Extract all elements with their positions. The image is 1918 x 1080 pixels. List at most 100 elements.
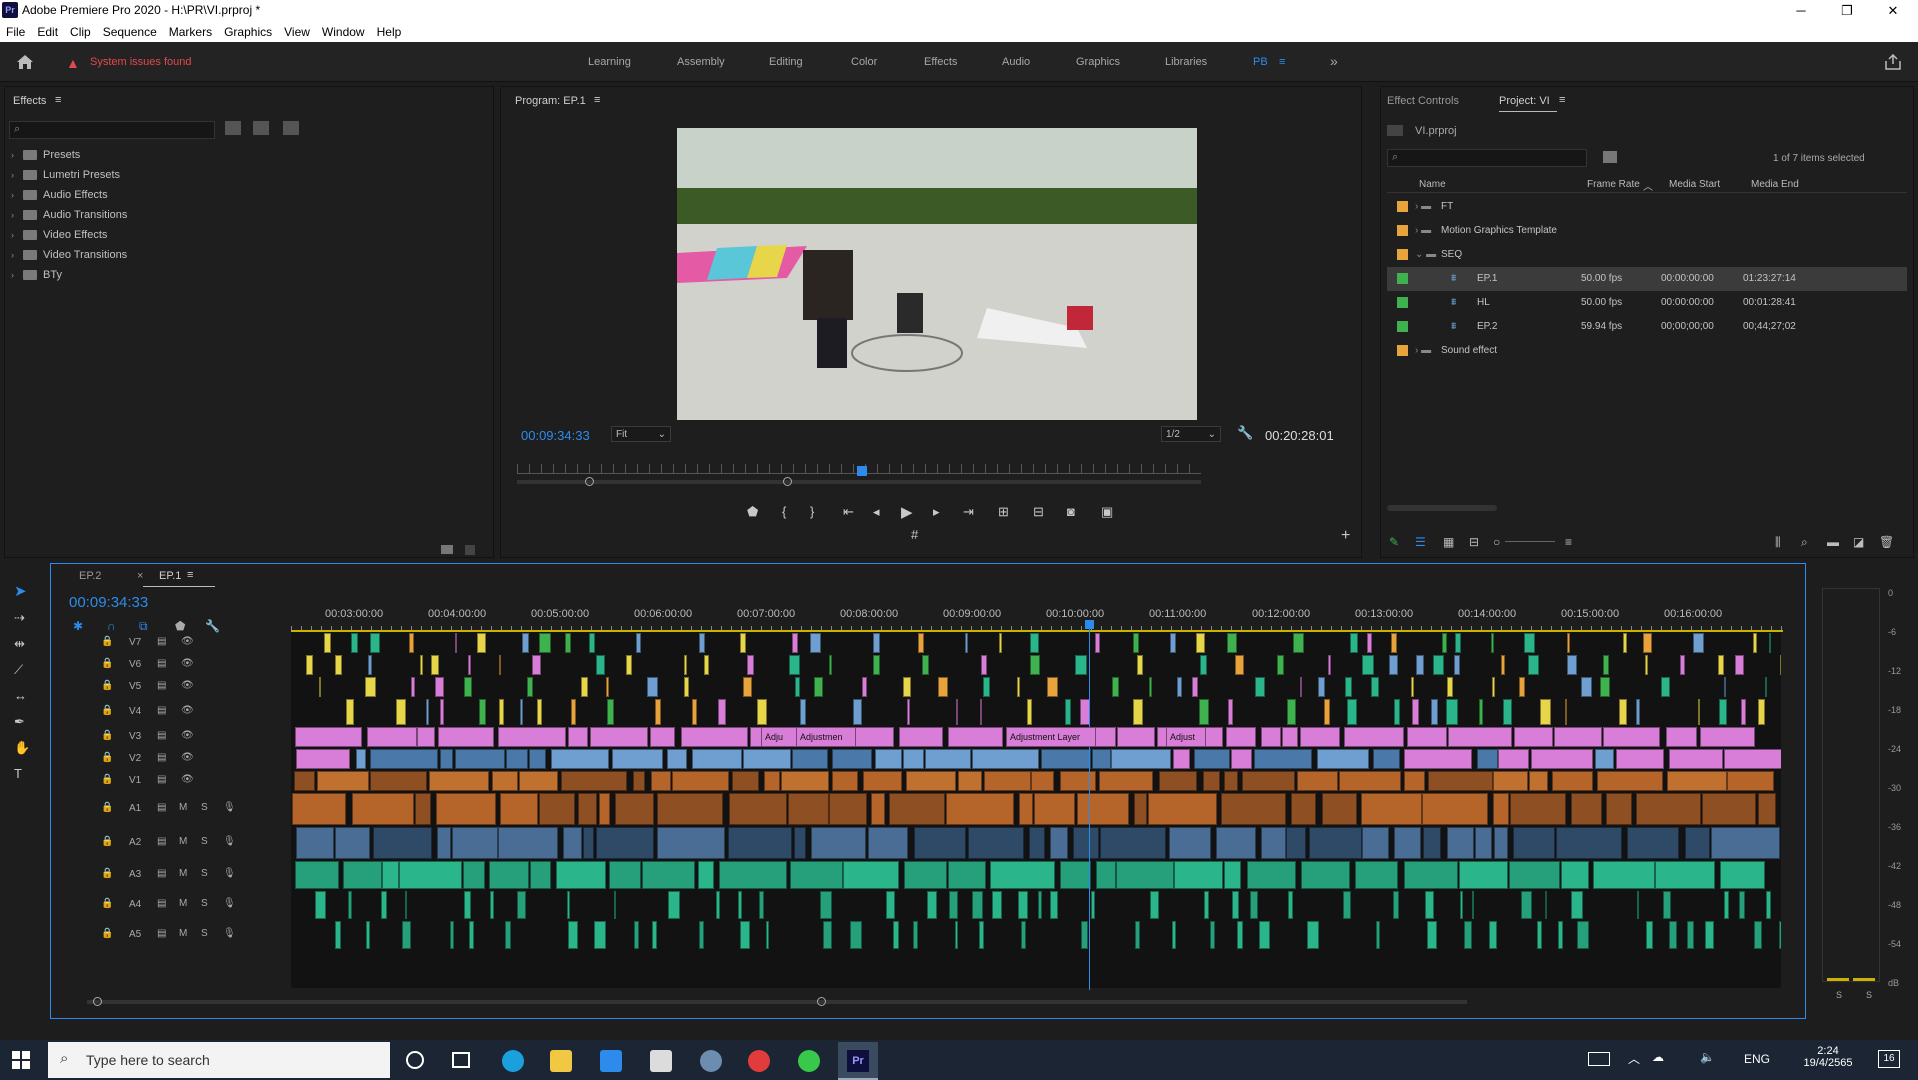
audio-clip[interactable] [1494,827,1508,859]
adjustment-layer-clip[interactable]: Adjustmen [796,727,856,747]
video-clip[interactable] [650,727,676,747]
wrench-icon[interactable]: 🔧 [1237,425,1253,441]
voice-over-icon[interactable]: 🎙 [223,868,236,879]
solo-button[interactable]: S [201,928,208,939]
video-clip[interactable] [1346,699,1357,725]
audio-clip[interactable] [1116,861,1175,889]
lock-track-icon[interactable]: 🔒 [101,802,113,813]
video-clip[interactable] [1328,655,1331,675]
share-icon[interactable] [1884,54,1902,70]
audio-clip[interactable] [1403,861,1458,889]
track-lane-v6[interactable] [291,654,1781,676]
video-clip[interactable] [581,677,588,697]
cortana-icon[interactable] [406,1051,424,1069]
video-clip[interactable] [527,677,534,697]
tree-item-lumetri-presets[interactable]: › Lumetri Presets [11,165,491,185]
selection-tool-icon[interactable]: ➤ [14,582,27,600]
audio-clip[interactable] [1422,793,1489,825]
voice-over-icon[interactable]: 🎙 [223,928,236,939]
audio-clip[interactable] [1037,891,1042,919]
audio-clip[interactable] [489,891,495,919]
video-clip[interactable] [1428,771,1493,791]
audio-clip[interactable] [436,793,496,825]
video-clip[interactable] [1727,771,1774,791]
video-clip[interactable] [1741,699,1746,725]
audio-clip[interactable] [1221,793,1286,825]
video-clip[interactable] [626,655,633,675]
video-clip[interactable] [684,655,687,675]
video-clip[interactable] [1349,633,1359,653]
video-clip[interactable] [367,655,373,675]
video-clip[interactable] [1226,633,1237,653]
track-lane-v4[interactable] [291,698,1781,726]
audio-clip[interactable] [1258,921,1270,949]
video-clip[interactable] [431,655,440,675]
video-clip[interactable] [1136,655,1144,675]
video-clip[interactable] [1477,749,1499,769]
audio-clip[interactable] [452,827,498,859]
audio-clip[interactable] [399,861,463,889]
lock-track-icon[interactable]: 🔒 [101,836,113,847]
automate-to-sequence-icon[interactable]: ⫼ [1775,535,1781,550]
track-lane-v7[interactable] [291,632,1781,654]
new-bin-icon[interactable]: ▬ [1827,535,1839,549]
video-clip[interactable] [794,677,800,697]
audio-clip[interactable] [867,827,909,859]
audio-clip[interactable] [1464,921,1472,949]
audio-clip[interactable] [759,891,765,919]
audio-clip[interactable] [727,827,792,859]
playhead-line[interactable] [1089,624,1090,990]
audio-clip[interactable] [926,891,937,919]
video-clip[interactable] [606,699,614,725]
video-clip[interactable] [492,771,518,791]
video-clip[interactable] [632,771,645,791]
menu-help[interactable]: Help [377,25,402,39]
audio-clip[interactable] [1422,827,1442,859]
video-clip[interactable] [873,655,881,675]
video-clip[interactable] [318,677,321,697]
video-clip[interactable] [1553,727,1602,747]
video-clip[interactable] [1403,771,1426,791]
export-frame-icon[interactable]: ◙ [1067,504,1075,519]
video-clip[interactable] [1403,749,1472,769]
track-lane-v5[interactable] [291,676,1781,698]
audio-clip[interactable] [1290,793,1316,825]
video-clip[interactable] [1041,749,1091,769]
razor-tool-icon[interactable]: ⟋ [14,662,23,678]
video-clip[interactable] [612,749,664,769]
notification-icon[interactable]: 16 [1878,1050,1900,1068]
audio-clip[interactable] [1704,921,1715,949]
audio-clip[interactable] [296,827,335,859]
video-clip[interactable] [1432,655,1445,675]
video-clip[interactable] [1292,633,1305,653]
solo-button[interactable]: S [201,802,208,813]
language-indicator[interactable]: ENG [1744,1052,1770,1066]
video-clip[interactable] [698,633,706,653]
audio-clip[interactable] [1447,827,1475,859]
tree-item-bty[interactable]: › BTy [11,265,491,285]
project-search-input[interactable]: ⌕ [1387,149,1587,167]
taskbar-search[interactable]: ⌕ Type here to search [48,1042,390,1078]
video-clip[interactable] [1758,699,1766,725]
tree-item-video-transitions[interactable]: › Video Transitions [11,245,491,265]
scroll-handle-left[interactable] [93,997,102,1006]
audio-clip[interactable] [504,921,511,949]
maximize-button[interactable]: ❐ [1824,0,1870,22]
sync-lock-icon[interactable]: ▤ [157,730,166,741]
trash-icon[interactable] [465,545,475,555]
video-clip[interactable] [692,699,697,725]
video-clip[interactable] [434,677,445,697]
audio-clip[interactable] [351,793,415,825]
audio-clip[interactable] [489,861,530,889]
audio-clip[interactable] [728,793,787,825]
pencil-icon[interactable]: ✎ [1389,535,1399,549]
audio-clip[interactable] [594,921,607,949]
audio-clip[interactable] [402,921,412,949]
new-item-icon[interactable]: ◪ [1853,535,1864,549]
video-clip[interactable] [862,771,903,791]
audio-clip[interactable] [1300,861,1350,889]
zoom-slider[interactable] [1505,541,1555,542]
audio-clip[interactable] [464,891,472,919]
lock-track-icon[interactable]: 🔒 [101,658,113,669]
menu-sequence[interactable]: Sequence [103,25,157,39]
